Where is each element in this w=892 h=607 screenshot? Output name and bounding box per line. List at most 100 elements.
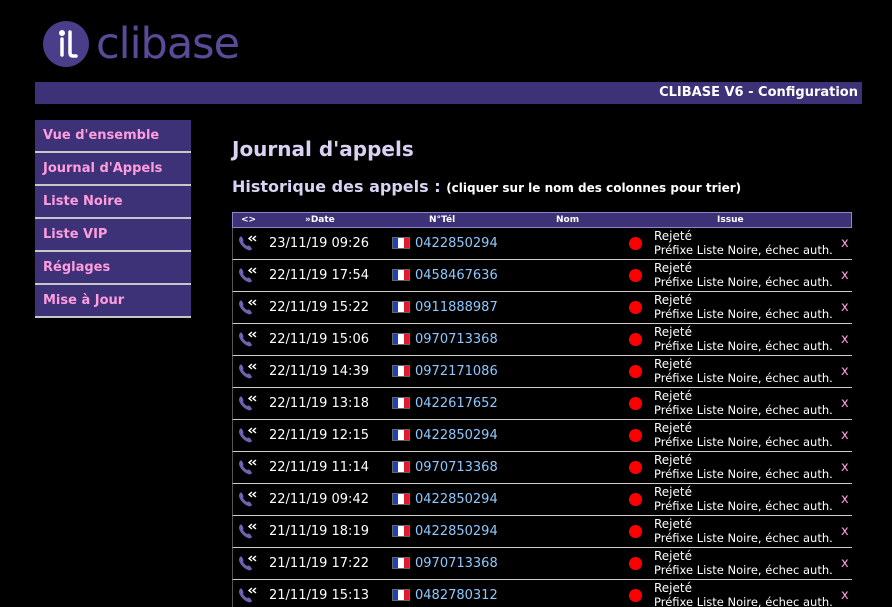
incoming-call-icon [239,363,257,379]
france-flag-icon [392,365,410,377]
france-flag-icon [392,525,410,537]
call-date: 22/11/19 12:15 [269,428,369,443]
column-header-date[interactable]: »Date [305,213,335,227]
sidebar-item-overview[interactable]: Vue d'ensemble [35,120,191,153]
call-status: Rejeté [654,389,692,403]
caller-number-link[interactable]: 0422617652 [415,388,498,419]
call-log-table: <> »Date N°Tél Nom Issue 23/11/19 09:26 … [232,212,852,607]
rejected-status-icon [629,461,642,474]
call-status: Rejeté [654,293,692,307]
column-header-direction[interactable]: <> [241,213,256,227]
call-issue: Rejeté Préfixe Liste Noire, échec auth. [654,293,833,321]
caller-number-link[interactable]: 0422850294 [415,228,498,259]
call-status-detail: Préfixe Liste Noire, échec auth. [654,275,833,289]
column-header-name[interactable]: Nom [556,213,579,227]
call-status-detail: Préfixe Liste Noire, échec auth. [654,531,833,545]
delete-entry-button[interactable]: x [841,548,849,579]
call-date: 22/11/19 11:14 [269,460,369,475]
table-header: <> »Date N°Tél Nom Issue [232,212,852,228]
clibase-logo-icon [43,21,89,67]
call-status-detail: Préfixe Liste Noire, échec auth. [654,499,833,513]
incoming-call-icon [239,555,257,571]
sidebar-item-settings[interactable]: Réglages [35,252,191,285]
delete-entry-button[interactable]: x [841,292,849,323]
table-row: 22/11/19 15:22 0911888987 Rejeté Préfixe… [232,292,852,324]
call-status: Rejeté [654,421,692,435]
delete-entry-button[interactable]: x [841,420,849,451]
caller-number-link[interactable]: 0970713368 [415,324,498,355]
france-flag-icon [392,333,410,345]
incoming-call-icon [239,427,257,443]
call-issue: Rejeté Préfixe Liste Noire, échec auth. [654,357,833,385]
caller-number-link[interactable]: 0970713368 [415,452,498,483]
call-date: 22/11/19 15:06 [269,332,369,347]
france-flag-icon [392,461,410,473]
france-flag-icon [392,429,410,441]
caller-number-link[interactable]: 0422850294 [415,420,498,451]
clibase-logo[interactable]: clibase [42,20,240,68]
call-status-detail: Préfixe Liste Noire, échec auth. [654,403,833,417]
call-status: Rejeté [654,549,692,563]
call-status: Rejeté [654,325,692,339]
call-status-detail: Préfixe Liste Noire, échec auth. [654,243,833,257]
call-issue: Rejeté Préfixe Liste Noire, échec auth. [654,581,833,607]
column-header-phone[interactable]: N°Tél [429,213,455,227]
rejected-status-icon [629,397,642,410]
app-title: CLIBASE V6 - Configuration [659,85,858,100]
incoming-call-icon [239,299,257,315]
sort-hint: (cliquer sur le nom des colonnes pour tr… [446,181,742,195]
table-row: 23/11/19 09:26 0422850294 Rejeté Préfixe… [232,228,852,260]
call-issue: Rejeté Préfixe Liste Noire, échec auth. [654,517,833,545]
caller-number-link[interactable]: 0972171086 [415,356,498,387]
call-date: 23/11/19 09:26 [269,236,369,251]
caller-number-link[interactable]: 0422850294 [415,484,498,515]
delete-entry-button[interactable]: x [841,388,849,419]
delete-entry-button[interactable]: x [841,260,849,291]
rejected-status-icon [629,365,642,378]
rejected-status-icon [629,237,642,250]
column-header-issue[interactable]: Issue [717,213,744,227]
page: clibase CLIBASE V6 - Configuration Vue d… [0,0,892,607]
caller-number-link[interactable]: 0970713368 [415,548,498,579]
call-status-detail: Préfixe Liste Noire, échec auth. [654,595,833,607]
call-status: Rejeté [654,581,692,595]
incoming-call-icon [239,331,257,347]
call-issue: Rejeté Préfixe Liste Noire, échec auth. [654,389,833,417]
sidebar-item-vip-list[interactable]: Liste VIP [35,219,191,252]
call-status: Rejeté [654,453,692,467]
call-status-detail: Préfixe Liste Noire, échec auth. [654,563,833,577]
delete-entry-button[interactable]: x [841,356,849,387]
france-flag-icon [392,237,410,249]
call-status-detail: Préfixe Liste Noire, échec auth. [654,467,833,481]
delete-entry-button[interactable]: x [841,580,849,607]
header-bar: CLIBASE V6 - Configuration [35,82,862,104]
sidebar-item-blacklist[interactable]: Liste Noire [35,186,191,219]
delete-entry-button[interactable]: x [841,516,849,547]
call-issue: Rejeté Préfixe Liste Noire, échec auth. [654,453,833,481]
table-row: 22/11/19 15:06 0970713368 Rejeté Préfixe… [232,324,852,356]
sidebar-item-call-log[interactable]: Journal d'Appels [35,153,191,186]
call-date: 22/11/19 14:39 [269,364,369,379]
france-flag-icon [392,589,410,601]
delete-entry-button[interactable]: x [841,484,849,515]
caller-number-link[interactable]: 0911888987 [415,292,498,323]
sidebar-item-update[interactable]: Mise à Jour [35,285,191,318]
call-issue: Rejeté Préfixe Liste Noire, échec auth. [654,229,833,257]
rejected-status-icon [629,557,642,570]
caller-number-link[interactable]: 0422850294 [415,516,498,547]
page-title: Journal d'appels [232,137,414,161]
table-row: 22/11/19 11:14 0970713368 Rejeté Préfixe… [232,452,852,484]
caller-number-link[interactable]: 0482780312 [415,580,498,607]
table-row: 22/11/19 13:18 0422617652 Rejeté Préfixe… [232,388,852,420]
call-issue: Rejeté Préfixe Liste Noire, échec auth. [654,325,833,353]
caller-number-link[interactable]: 0458467636 [415,260,498,291]
call-date: 21/11/19 15:13 [269,588,369,603]
call-issue: Rejeté Préfixe Liste Noire, échec auth. [654,485,833,513]
delete-entry-button[interactable]: x [841,452,849,483]
call-status: Rejeté [654,517,692,531]
delete-entry-button[interactable]: x [841,228,849,259]
sidebar: Vue d'ensemble Journal d'Appels Liste No… [35,120,191,318]
rejected-status-icon [629,525,642,538]
delete-entry-button[interactable]: x [841,324,849,355]
table-row: 22/11/19 14:39 0972171086 Rejeté Préfixe… [232,356,852,388]
